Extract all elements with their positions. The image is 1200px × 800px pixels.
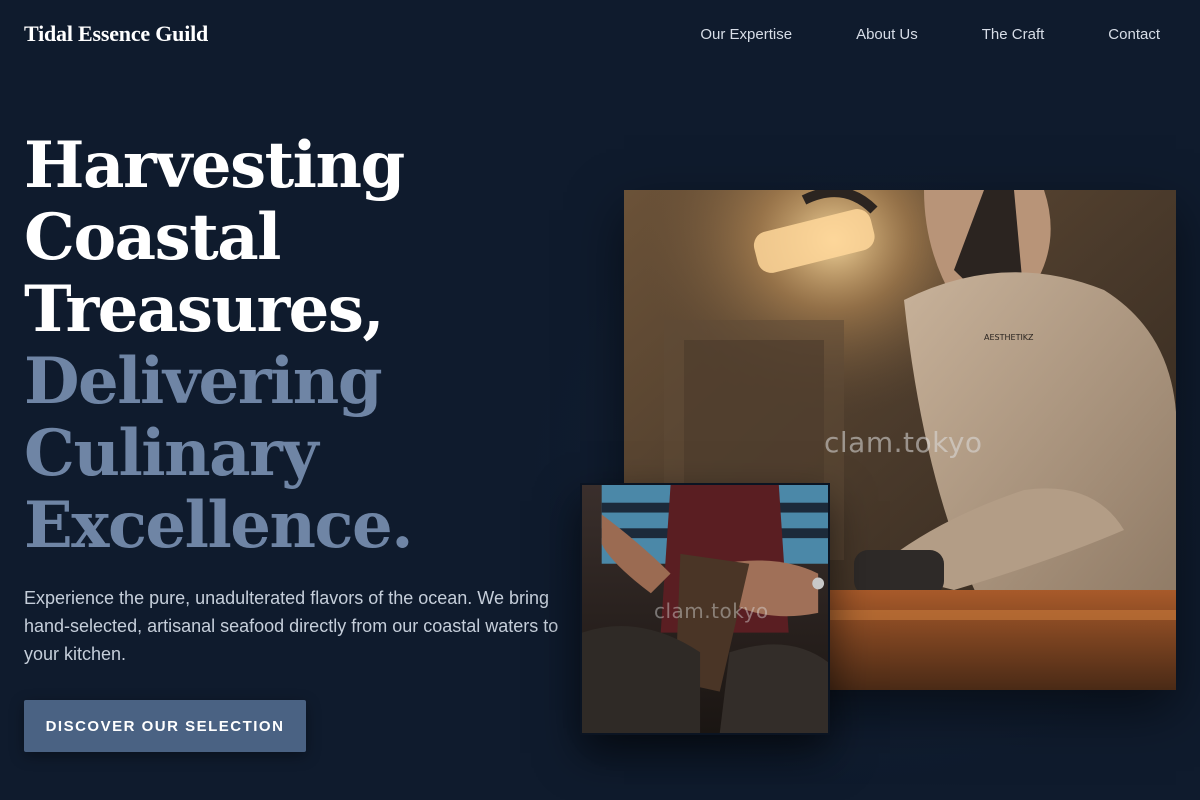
hero-title-line-accent: Delivering — [24, 344, 383, 419]
hero-title-line-accent: Culinary — [24, 416, 319, 491]
photo-watermark-small: clam.tokyo — [654, 599, 769, 623]
hero-title-line: Harvesting — [24, 128, 405, 203]
nav-link-the-craft[interactable]: The Craft — [982, 26, 1045, 43]
nav-link-contact[interactable]: Contact — [1108, 26, 1160, 43]
photo-watermark: clam.tokyo — [824, 426, 983, 459]
main-nav: Our Expertise About Us The Craft Contact — [636, 26, 1160, 43]
site-header: Tidal Essence Guild Our Expertise About … — [0, 0, 1200, 68]
nav-link-our-expertise[interactable]: Our Expertise — [700, 26, 792, 43]
nav-link-about-us[interactable]: About Us — [856, 26, 918, 43]
sweatshirt-print: AESTHETIKZ — [984, 333, 1034, 342]
discover-selection-button[interactable]: DISCOVER OUR SELECTION — [24, 700, 306, 752]
hero-description: Experience the pure, unadulterated flavo… — [24, 588, 559, 664]
hands-shucking-photo: clam.tokyo — [580, 483, 830, 735]
hero-title-line: Treasures, — [24, 272, 385, 347]
hero-title: Harvesting Coastal Treasures, Delivering… — [24, 130, 584, 562]
site-logo[interactable]: Tidal Essence Guild — [24, 21, 208, 47]
hero-title-line: Coastal — [24, 200, 281, 275]
hero-title-line-accent: Excellence. — [24, 488, 413, 563]
